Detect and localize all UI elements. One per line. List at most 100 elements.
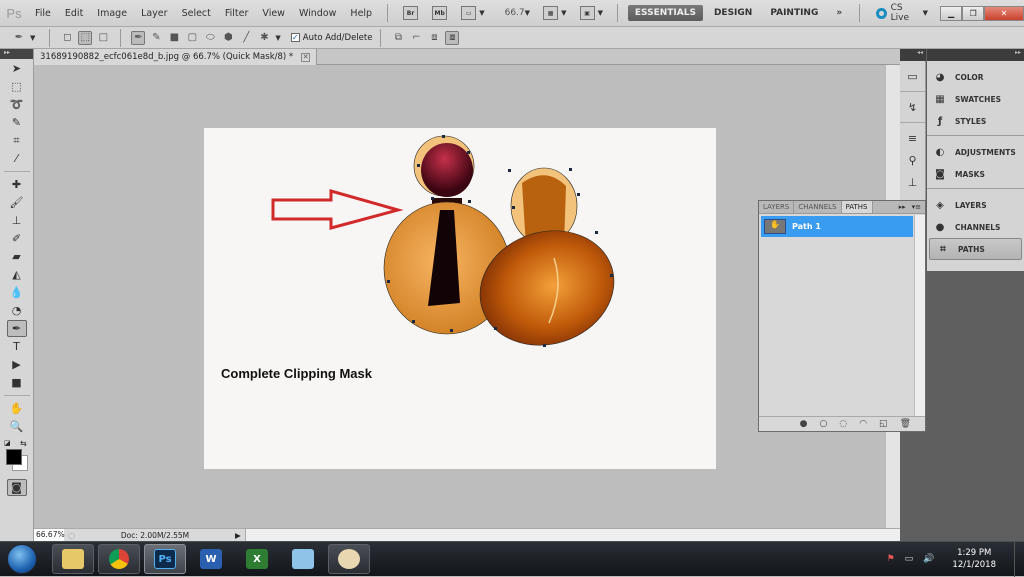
make-work-path-icon[interactable]: ◠ [859, 419, 867, 429]
panel-styles[interactable]: ƒ STYLES [927, 110, 1024, 132]
brush-tool-icon[interactable]: 🖌 [7, 194, 27, 211]
menu-filter[interactable]: Filter [218, 8, 256, 19]
menu-image[interactable]: Image [90, 8, 134, 19]
intersect-path-icon[interactable]: ⧈ [427, 31, 441, 45]
panel-color[interactable]: ◕ COLOR [927, 66, 1024, 88]
zoom-tool-icon[interactable]: 🔍 [7, 418, 27, 435]
quick-mask-icon[interactable]: ◙ [6, 479, 27, 496]
taskbar-paint[interactable] [328, 544, 370, 574]
collapse-icon[interactable]: ▸▸ [927, 49, 1024, 61]
taskbar-word[interactable]: W [190, 544, 232, 574]
panel-channels[interactable]: ● CHANNELS [927, 216, 1024, 238]
network-icon[interactable]: ▭ [905, 554, 914, 564]
pen-tool-icon[interactable]: ✒ [6, 320, 27, 337]
blur-tool-icon[interactable]: 💧 [7, 284, 27, 301]
more-workspaces-button[interactable]: » [829, 5, 849, 21]
zoom-percentage-field[interactable]: 66.67% [34, 529, 65, 541]
taskbar-excel[interactable]: X [236, 544, 278, 574]
new-path-icon[interactable]: ◱ [879, 419, 888, 429]
volume-icon[interactable]: 🔊 [923, 554, 934, 564]
action-center-flag-icon[interactable]: ⚑ [887, 554, 895, 564]
quick-selection-icon[interactable]: ✎ [7, 114, 27, 131]
hand-tool-icon[interactable]: ✋ [7, 400, 27, 417]
dodge-tool-icon[interactable]: ◔ [7, 302, 27, 319]
ellipse-tool-icon[interactable]: ⬭ [203, 31, 217, 45]
polygon-tool-icon[interactable]: ⬢ [221, 31, 235, 45]
taskbar-chrome[interactable] [98, 544, 140, 574]
tab-channels[interactable]: CHANNELS [794, 201, 842, 213]
menu-window[interactable]: Window [292, 8, 343, 19]
taskbar-photoshop[interactable]: Ps [144, 544, 186, 574]
auto-add-delete-checkbox[interactable]: ✓ Auto Add/Delete [290, 33, 372, 43]
marquee-tool-icon[interactable]: ⬚ [7, 78, 27, 95]
stroke-path-icon[interactable]: ○ [819, 419, 827, 429]
workspace-painting[interactable]: PAINTING [763, 5, 825, 21]
subtract-from-path-icon[interactable]: ⌐ [409, 31, 423, 45]
clone-stamp-icon[interactable]: ⊥ [7, 212, 27, 229]
document-canvas[interactable]: Complete Clipping Mask [204, 128, 716, 469]
move-tool-icon[interactable]: ➤ [7, 60, 27, 77]
zoom-level-select[interactable]: 66.7 [505, 8, 525, 18]
zoom-reset-icon[interactable]: ◌ [68, 531, 75, 540]
crop-tool-icon[interactable]: ⌗ [7, 132, 27, 149]
view-extras-button[interactable]: ▭ [461, 6, 477, 20]
pen-tool-preset-icon[interactable]: ✒ [12, 31, 26, 45]
panel-menu-icon[interactable]: ▾≡ [912, 203, 921, 211]
panel-swatches[interactable]: ▦ SWATCHES [927, 88, 1024, 110]
menu-help[interactable]: Help [343, 8, 379, 19]
mini-bridge-icon[interactable]: ▭ [900, 65, 925, 87]
foreground-color[interactable] [6, 449, 22, 465]
shape-tool-icon[interactable]: ■ [7, 374, 27, 391]
restore-button[interactable]: ❐ [962, 5, 985, 21]
line-tool-icon[interactable]: ╱ [239, 31, 253, 45]
expand-icon[interactable]: ▸▸ [899, 203, 906, 211]
workspace-essentials[interactable]: ESSENTIALS [627, 5, 703, 21]
history-brush-icon[interactable]: ✐ [7, 230, 27, 247]
menu-edit[interactable]: Edit [58, 8, 90, 19]
tab-layers[interactable]: LAYERS [759, 201, 795, 213]
delete-path-icon[interactable]: 🗑 [900, 419, 911, 429]
healing-brush-icon[interactable]: ✚ [7, 176, 27, 193]
eyedropper-icon[interactable]: ⁄ [7, 150, 27, 167]
minimize-button[interactable]: ▁ [940, 5, 963, 21]
status-menu-arrow-icon[interactable]: ▶ [235, 531, 241, 540]
bridge-button[interactable]: Br [403, 6, 419, 20]
exclude-overlap-icon[interactable]: ⧇ [445, 30, 460, 45]
cs-live-button[interactable]: CS Live ▼ [876, 3, 928, 23]
panel-paths[interactable]: ⌗ PATHS [929, 238, 1022, 260]
default-colors-icon[interactable]: ◪ [4, 439, 11, 447]
rounded-rectangle-icon[interactable]: ▢ [185, 31, 199, 45]
menu-view[interactable]: View [255, 8, 292, 19]
freeform-pen-icon[interactable]: ✎ [149, 31, 163, 45]
document-tab[interactable]: 31689190882_ecfc061e8d_b.jpg @ 66.7% (Qu… [34, 49, 318, 65]
history-icon[interactable]: ↯ [900, 96, 925, 118]
chevron-down-icon[interactable]: ▼ [275, 34, 280, 42]
swap-colors-icon[interactable]: ⇆ [20, 439, 27, 448]
collapse-icon[interactable]: ▸▸ [0, 49, 33, 59]
clock[interactable]: 1:29 PM 12/1/2018 [952, 547, 996, 571]
clone-source-icon[interactable]: ⊥ [900, 171, 925, 193]
panel-adjustments[interactable]: ◐ ADJUSTMENTS [927, 141, 1024, 163]
pen-tool-icon[interactable]: ✒ [131, 30, 146, 45]
chevron-down-icon[interactable]: ▼ [525, 9, 530, 17]
add-to-path-icon[interactable]: ⧉ [391, 31, 405, 45]
menu-select[interactable]: Select [175, 8, 218, 19]
horizontal-scrollbar[interactable] [244, 529, 900, 541]
tab-paths[interactable]: PATHS [841, 201, 873, 213]
menu-layer[interactable]: Layer [134, 8, 175, 19]
taskbar-explorer[interactable] [52, 544, 94, 574]
path-selection-icon[interactable]: ▶ [7, 356, 27, 373]
fill-path-icon[interactable]: ● [800, 419, 808, 429]
show-desktop-button[interactable] [1014, 541, 1024, 577]
chevron-down-icon[interactable]: ▼ [479, 9, 484, 17]
taskbar-notepad[interactable] [282, 544, 324, 574]
paint-bucket-icon[interactable]: ◭ [7, 266, 27, 283]
chevron-down-icon[interactable]: ▼ [561, 9, 566, 17]
fill-pixels-icon[interactable]: □ [96, 31, 110, 45]
paths-scrollbar[interactable] [914, 215, 925, 417]
chevron-down-icon[interactable]: ▼ [598, 9, 603, 17]
custom-shape-icon[interactable]: ✱ [257, 31, 271, 45]
path-row[interactable]: ✋ Path 1 [761, 216, 913, 237]
lasso-tool-icon[interactable]: ➰ [7, 96, 27, 113]
panel-layers[interactable]: ◈ LAYERS [927, 194, 1024, 216]
